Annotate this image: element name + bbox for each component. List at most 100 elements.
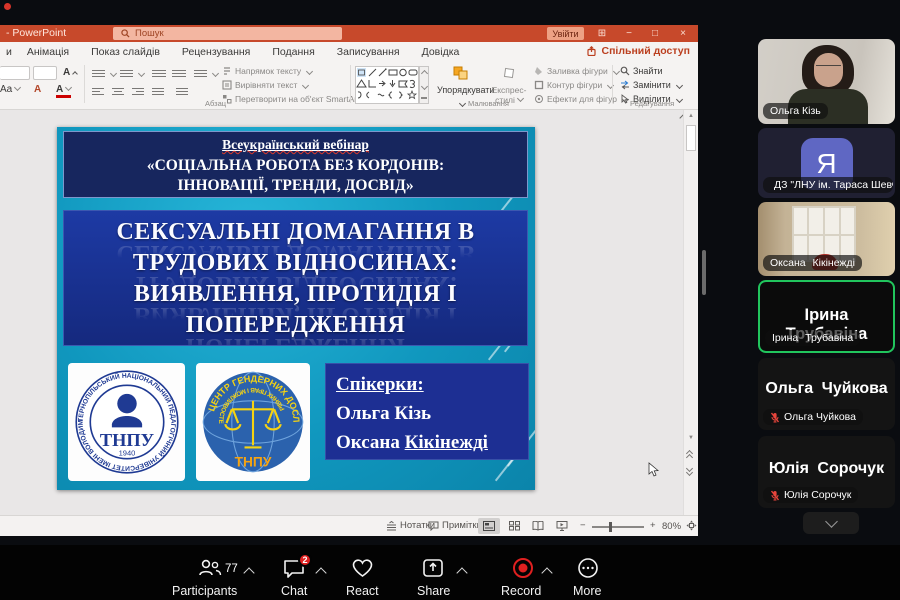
zoom-in-button[interactable]: + — [650, 520, 656, 531]
numbering-dropdown[interactable] — [138, 70, 145, 77]
zoom-slider-thumb[interactable] — [609, 522, 612, 532]
shape-fill-button[interactable]: Заливка фігури — [534, 66, 619, 76]
scroll-down-icon[interactable]: ▼ — [686, 435, 696, 441]
normal-view-button[interactable] — [478, 518, 500, 534]
shape-fill-icon — [534, 66, 544, 76]
slideshow-view-button[interactable] — [551, 518, 573, 534]
font-size-select[interactable] — [33, 66, 57, 80]
change-case-button[interactable]: Aa — [0, 84, 20, 95]
reading-view-button[interactable] — [527, 518, 549, 534]
share-button[interactable]: Share — [417, 584, 450, 598]
fit-to-window-icon[interactable] — [686, 520, 697, 531]
justify-icon[interactable] — [152, 86, 164, 97]
slide-sorter-view-button[interactable] — [503, 518, 525, 534]
columns-icon[interactable] — [176, 86, 188, 97]
participant-name-label: Ольга Чуйкова — [784, 411, 856, 423]
bullets-dropdown[interactable] — [110, 70, 117, 77]
align-center-icon[interactable] — [112, 86, 124, 97]
close-button[interactable]: × — [671, 25, 695, 42]
next-slide-button[interactable] — [687, 466, 694, 473]
more-button[interactable]: More — [573, 584, 601, 598]
video-tile[interactable]: Я ДЗ "ЛНУ ім. Тараса Шевч... — [758, 128, 895, 198]
find-button[interactable]: Знайти — [620, 66, 663, 76]
mouse-cursor — [648, 462, 660, 478]
font-name-select[interactable] — [0, 66, 30, 80]
shapes-gallery-icons — [356, 67, 418, 103]
slide-title-box[interactable]: СЕКСУАЛЬНІ ДОМАГАННЯ ВСЕКСУАЛЬНІ ДОМАГАН… — [63, 210, 528, 346]
align-left-icon[interactable] — [92, 86, 104, 97]
share-menu-caret[interactable] — [456, 567, 467, 578]
video-tile[interactable]: Ольга Кізь — [758, 39, 895, 124]
comments-button[interactable]: Примітки — [428, 520, 482, 531]
center-abbr: ТНПУ — [235, 455, 272, 470]
convert-smartart-button[interactable]: Перетворити на об'єкт SmartArt — [222, 94, 370, 104]
react-heart-icon[interactable] — [350, 557, 375, 579]
tab-slideshow[interactable]: Показ слайдів — [80, 42, 171, 62]
shapes-gallery[interactable] — [355, 66, 419, 104]
strip-scrollbar-thumb[interactable] — [702, 250, 706, 295]
numbering-icon[interactable] — [120, 68, 133, 79]
sign-in-button[interactable]: Увійти — [547, 27, 584, 40]
shape-effects-button[interactable]: Ефекти для фігур — [534, 94, 628, 104]
participants-icon[interactable] — [197, 558, 223, 578]
chat-button[interactable]: Chat — [281, 584, 307, 598]
slide-header-box[interactable]: Всеукраїнський вебінар «СОЦІАЛЬНА РОБОТА… — [63, 131, 528, 198]
tab-help[interactable]: Довідка — [411, 42, 471, 62]
participants-button[interactable]: Participants — [172, 584, 237, 598]
tab-view[interactable]: Подання — [261, 42, 325, 62]
more-icon[interactable] — [577, 557, 599, 579]
video-tile[interactable]: Ольга Чуйкова Ольга Чуйкова — [758, 358, 895, 430]
slide-scrollbar[interactable]: ▲ ▼ — [683, 110, 697, 515]
font-color-button[interactable]: A — [56, 84, 71, 98]
text-direction-button[interactable]: Напрямок тексту — [222, 66, 312, 76]
participant-display-name: Ольга Чуйкова — [758, 380, 895, 398]
line-spacing-dropdown[interactable] — [212, 70, 219, 77]
align-text-button[interactable]: Вирівняти текст — [222, 80, 308, 90]
tnpu-abbr: ТНПУ — [99, 430, 154, 450]
chat-menu-caret[interactable] — [315, 567, 326, 578]
increase-indent-icon[interactable] — [172, 68, 186, 79]
scroll-up-icon[interactable]: ▲ — [686, 113, 696, 119]
zoom-slider[interactable] — [592, 526, 644, 528]
collapse-strip-button[interactable] — [803, 512, 859, 534]
shapes-gallery-scroll[interactable] — [419, 66, 429, 104]
scrollbar-thumb[interactable] — [686, 125, 696, 151]
tab-review[interactable]: Рецензування — [171, 42, 261, 62]
ribbon-display-options-icon[interactable]: ⊞ — [590, 25, 614, 42]
grow-font-button[interactable]: A — [63, 67, 77, 78]
tab-animation[interactable]: Анімація — [16, 42, 80, 62]
record-button[interactable]: Record — [501, 584, 541, 598]
zoom-level[interactable]: 80% — [662, 521, 681, 532]
zoom-out-button[interactable]: − — [580, 520, 586, 531]
align-right-icon[interactable] — [132, 86, 144, 97]
highlight-button[interactable]: A — [34, 84, 41, 95]
previous-slide-button[interactable] — [687, 451, 694, 458]
restore-button[interactable]: □ — [643, 25, 667, 42]
title-line: ВИЯВЛЕННЯ, ПРОТИДІЯ І — [64, 281, 527, 308]
active-speaker-tile[interactable]: Ірина Трубавіна Ірина Трубавіна — [758, 280, 895, 353]
share-access-button[interactable]: Спільний доступ — [587, 45, 690, 57]
record-menu-caret[interactable] — [541, 567, 552, 578]
slide-canvas[interactable]: Всеукраїнський вебінар «СОЦІАЛЬНА РОБОТА… — [57, 127, 535, 490]
tab-partial[interactable]: и — [2, 42, 16, 62]
line-spacing-icon[interactable] — [194, 68, 207, 79]
participants-menu-caret[interactable] — [243, 567, 254, 578]
webinar-line: Всеукраїнський вебінар — [222, 137, 369, 152]
comments-icon — [428, 521, 439, 531]
decrease-indent-icon[interactable] — [152, 68, 166, 79]
tab-recording[interactable]: Записування — [326, 42, 411, 62]
video-tile[interactable]: Юлія Сорочук Юлія Сорочук — [758, 436, 895, 508]
record-icon[interactable] — [512, 557, 534, 579]
red-indicator-dot — [4, 3, 11, 10]
bullets-icon[interactable] — [92, 68, 105, 79]
shape-outline-button[interactable]: Контур фігури — [534, 80, 613, 90]
speakers-box[interactable]: Спікерки: Ольга Кізь Оксана Кікінежді — [325, 363, 529, 460]
share-screen-icon[interactable] — [422, 558, 444, 578]
video-tile[interactable]: Оксана Кікінежді — [758, 202, 895, 276]
quick-styles-icon — [502, 66, 516, 80]
replace-button[interactable]: Замінити — [620, 80, 682, 90]
search-input[interactable]: Пошук — [113, 27, 342, 40]
mic-muted-icon — [770, 412, 780, 423]
minimize-button[interactable]: − — [617, 25, 641, 42]
react-button[interactable]: React — [346, 584, 379, 598]
